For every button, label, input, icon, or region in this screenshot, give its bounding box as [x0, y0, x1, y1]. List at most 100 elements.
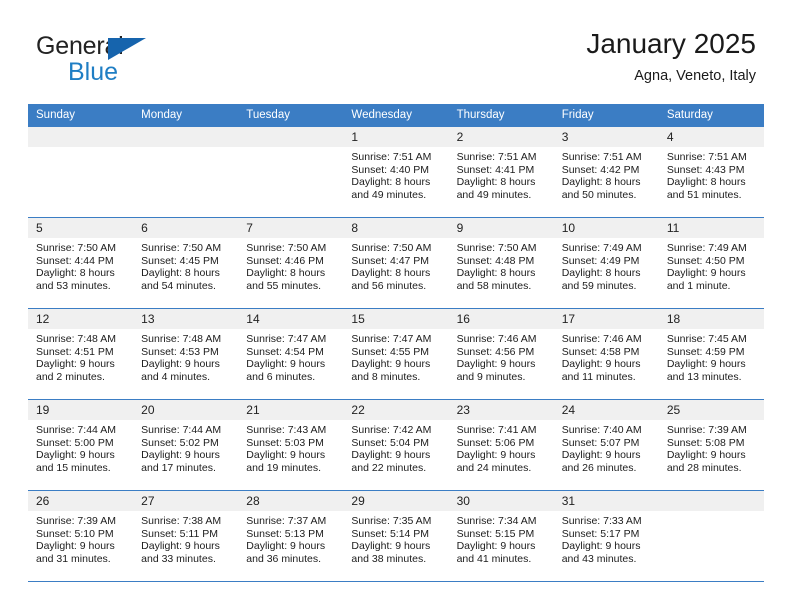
weekday-header-monday: Monday: [133, 104, 239, 127]
day-number: 25: [658, 400, 764, 420]
day-cell-empty: [133, 127, 239, 218]
day-cell[interactable]: 8 Sunrise: 7:50 AM Sunset: 4:47 PM Daylight…: [343, 217, 449, 309]
day-cell[interactable]: 21 Sunrise: 7:43 AM Sunset: 5:03 PM Dayligh…: [238, 399, 344, 491]
day-cell[interactable]: 3 Sunrise: 7:51 AM Sunset: 4:42 PM Daylight…: [553, 127, 659, 218]
day-details: Sunrise: 7:50 AM Sunset: 4:44 PM Daylight:…: [28, 238, 133, 292]
day-cell[interactable]: 27 Sunrise: 7:38 AM Sunset: 5:11 PM Dayligh…: [133, 490, 239, 581]
day-cell[interactable]: 31 Sunrise: 7:33 AM Sunset: 5:17 PM Dayligh…: [553, 490, 659, 581]
day-number: 17: [553, 309, 659, 329]
day-sunrise-text: Sunrise: 7:51 AM: [351, 151, 432, 163]
day-sunset-text: Sunset: 4:44 PM: [36, 254, 114, 267]
calendar-week-row: 12 Sunrise: 7:48 AM Sunset: 4:51 PM Dayligh…: [28, 308, 764, 400]
day-cell[interactable]: 6 Sunrise: 7:50 AM Sunset: 4:45 PM Daylight…: [133, 217, 239, 309]
page-title: January 2025: [586, 28, 756, 59]
day-sunset-text: Sunset: 5:11 PM: [141, 527, 218, 540]
day-daylight-line1-text: Daylight: 9 hours: [561, 449, 641, 462]
day-number: 6: [133, 218, 239, 238]
day-number: 27: [133, 491, 239, 511]
day-cell[interactable]: 2 Sunrise: 7:51 AM Sunset: 4:41 PM Daylight…: [448, 127, 554, 218]
day-cell[interactable]: 11 Sunrise: 7:49 AM Sunset: 4:50 PM Dayligh…: [658, 217, 764, 309]
day-daylight-line2-text: and 26 minutes.: [561, 461, 637, 474]
calendar-body: 1 Sunrise: 7:51 AM Sunset: 4:40 PM Daylight…: [28, 127, 764, 581]
day-cell[interactable]: 28 Sunrise: 7:37 AM Sunset: 5:13 PM Dayligh…: [238, 490, 344, 581]
day-daylight-line2-text: and 58 minutes.: [456, 279, 532, 292]
day-details: [659, 511, 764, 515]
day-daylight-line2-text: and 11 minutes.: [561, 370, 636, 383]
day-details: Sunrise: 7:48 AM Sunset: 4:53 PM Daylight:…: [133, 329, 238, 383]
day-sunrise-text: Sunrise: 7:47 AM: [351, 333, 432, 345]
day-sunset-text: Sunset: 5:08 PM: [666, 436, 745, 449]
day-daylight-line2-text: and 49 minutes.: [351, 188, 427, 201]
day-details: Sunrise: 7:44 AM Sunset: 5:00 PM Daylight:…: [28, 420, 133, 474]
day-cell[interactable]: 9 Sunrise: 7:50 AM Sunset: 4:48 PM Daylight…: [448, 217, 554, 309]
day-cell[interactable]: 5 Sunrise: 7:50 AM Sunset: 4:44 PM Daylight…: [28, 217, 134, 309]
day-sunset-text: Sunset: 5:00 PM: [36, 436, 114, 449]
day-number: 24: [553, 400, 659, 420]
day-cell[interactable]: 14 Sunrise: 7:47 AM Sunset: 4:54 PM Dayligh…: [238, 308, 344, 400]
calendar-header-row: Sunday Monday Tuesday Wednesday Thursday Frid…: [28, 104, 764, 127]
day-cell[interactable]: 13 Sunrise: 7:48 AM Sunset: 4:53 PM Dayligh…: [133, 308, 239, 400]
day-details: Sunrise: 7:40 AM Sunset: 5:07 PM Daylight:…: [554, 420, 659, 474]
day-cell[interactable]: 12 Sunrise: 7:48 AM Sunset: 4:51 PM Dayligh…: [28, 308, 134, 400]
day-daylight-line1-text: Daylight: 9 hours: [666, 358, 746, 371]
day-number: 26: [28, 491, 134, 511]
day-sunset-text: Sunset: 5:02 PM: [141, 436, 219, 449]
day-details: Sunrise: 7:41 AM Sunset: 5:06 PM Daylight:…: [449, 420, 554, 474]
day-daylight-line1-text: Daylight: 9 hours: [351, 358, 431, 371]
day-daylight-line2-text: and 41 minutes.: [456, 552, 532, 565]
day-details: Sunrise: 7:33 AM Sunset: 5:17 PM Daylight:…: [554, 511, 659, 565]
weekday-header-saturday: Saturday: [658, 104, 764, 127]
generalblue-logo[interactable]: General Blue: [36, 28, 186, 90]
day-cell[interactable]: 17 Sunrise: 7:46 AM Sunset: 4:58 PM Dayligh…: [553, 308, 659, 400]
day-cell[interactable]: 7 Sunrise: 7:50 AM Sunset: 4:46 PM Daylight…: [238, 217, 344, 309]
day-sunrise-text: Sunrise: 7:43 AM: [246, 424, 327, 436]
day-daylight-line1-text: Daylight: 9 hours: [36, 449, 115, 462]
day-cell[interactable]: 4 Sunrise: 7:51 AM Sunset: 4:43 PM Daylight…: [658, 127, 764, 218]
day-cell[interactable]: 19 Sunrise: 7:44 AM Sunset: 5:00 PM Dayligh…: [28, 399, 134, 491]
day-sunset-text: Sunset: 5:03 PM: [246, 436, 324, 449]
day-cell[interactable]: 30 Sunrise: 7:34 AM Sunset: 5:15 PM Dayligh…: [448, 490, 554, 581]
day-cell[interactable]: 24 Sunrise: 7:40 AM Sunset: 5:07 PM Dayligh…: [553, 399, 659, 491]
day-daylight-line2-text: and 36 minutes.: [246, 552, 321, 565]
day-cell[interactable]: 29 Sunrise: 7:35 AM Sunset: 5:14 PM Dayligh…: [343, 490, 449, 581]
day-cell[interactable]: 15 Sunrise: 7:47 AM Sunset: 4:55 PM Dayligh…: [343, 308, 449, 400]
day-number: 20: [133, 400, 239, 420]
day-number: 31: [553, 491, 659, 511]
weekday-header-friday: Friday: [553, 104, 659, 127]
day-sunrise-text: Sunrise: 7:50 AM: [456, 242, 537, 254]
logo-triangle-icon: [108, 38, 146, 60]
day-sunset-text: Sunset: 5:14 PM: [351, 527, 430, 540]
day-number: 3: [553, 127, 659, 147]
day-daylight-line1-text: Daylight: 9 hours: [246, 358, 326, 371]
day-number: 2: [448, 127, 554, 147]
day-cell[interactable]: 23 Sunrise: 7:41 AM Sunset: 5:06 PM Dayligh…: [448, 399, 554, 491]
day-daylight-line1-text: Daylight: 8 hours: [456, 267, 536, 280]
day-cell[interactable]: 20 Sunrise: 7:44 AM Sunset: 5:02 PM Dayligh…: [133, 399, 239, 491]
day-sunrise-text: Sunrise: 7:37 AM: [246, 515, 327, 527]
day-details: Sunrise: 7:42 AM Sunset: 5:04 PM Daylight:…: [343, 420, 448, 474]
day-sunset-text: Sunset: 5:04 PM: [351, 436, 430, 449]
day-daylight-line1-text: Daylight: 9 hours: [246, 540, 326, 553]
day-daylight-line2-text: and 59 minutes.: [561, 279, 637, 292]
calendar-container: Sunday Monday Tuesday Wednesday Thursday Frid…: [28, 104, 764, 582]
day-cell[interactable]: 1 Sunrise: 7:51 AM Sunset: 4:40 PM Daylight…: [343, 127, 449, 218]
day-number: 13: [133, 309, 239, 329]
day-sunrise-text: Sunrise: 7:49 AM: [666, 242, 747, 254]
weekday-header-thursday: Thursday: [448, 104, 554, 127]
day-cell[interactable]: 26 Sunrise: 7:39 AM Sunset: 5:10 PM Dayligh…: [28, 490, 134, 581]
day-sunrise-text: Sunrise: 7:41 AM: [456, 424, 537, 436]
day-details: Sunrise: 7:39 AM Sunset: 5:08 PM Daylight:…: [659, 420, 764, 474]
day-cell[interactable]: 10 Sunrise: 7:49 AM Sunset: 4:49 PM Dayligh…: [553, 217, 659, 309]
day-daylight-line1-text: Daylight: 8 hours: [141, 267, 220, 280]
day-daylight-line1-text: Daylight: 9 hours: [456, 358, 536, 371]
day-daylight-line2-text: and 28 minutes.: [666, 461, 742, 474]
day-cell[interactable]: 22 Sunrise: 7:42 AM Sunset: 5:04 PM Dayligh…: [343, 399, 449, 491]
day-sunrise-text: Sunrise: 7:34 AM: [456, 515, 537, 527]
day-number: 12: [28, 309, 134, 329]
day-number: 8: [343, 218, 449, 238]
day-cell[interactable]: 16 Sunrise: 7:46 AM Sunset: 4:56 PM Dayligh…: [448, 308, 554, 400]
day-cell[interactable]: 18 Sunrise: 7:45 AM Sunset: 4:59 PM Dayligh…: [658, 308, 764, 400]
day-cell[interactable]: 25 Sunrise: 7:39 AM Sunset: 5:08 PM Dayligh…: [658, 399, 764, 491]
day-details: Sunrise: 7:46 AM Sunset: 4:56 PM Daylight:…: [449, 329, 554, 383]
day-number: 28: [238, 491, 344, 511]
